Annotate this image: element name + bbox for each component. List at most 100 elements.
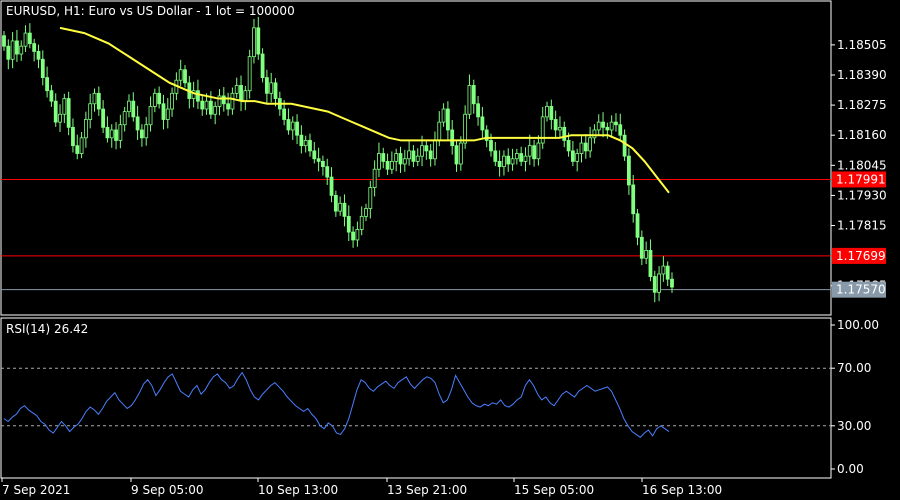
candle-body xyxy=(631,184,636,215)
candle-body xyxy=(549,106,554,120)
rsi-panel-frame xyxy=(0,317,832,479)
y-tick-label: 1.18505 xyxy=(837,38,887,52)
chart-root: 1.185051.183901.182751.181601.180451.179… xyxy=(0,0,887,497)
y-tick-label: 1.17815 xyxy=(837,219,887,233)
y-tick-label: 1.17930 xyxy=(837,188,887,202)
candle-body xyxy=(316,158,321,162)
candle-body xyxy=(260,53,265,78)
candle-body xyxy=(502,155,506,168)
candle-body xyxy=(570,150,575,162)
candle-body xyxy=(558,126,562,131)
candle-body xyxy=(622,134,627,157)
candle-body xyxy=(170,92,174,110)
candle-body xyxy=(596,121,601,131)
candle-body xyxy=(411,150,416,162)
candle-body xyxy=(269,82,274,94)
candle-body xyxy=(299,134,304,147)
candle-body xyxy=(445,108,450,131)
candle-body xyxy=(665,265,670,280)
candle-body xyxy=(346,215,351,233)
candle-body xyxy=(489,140,493,152)
candle-body xyxy=(627,155,631,186)
candle-body xyxy=(135,116,140,131)
candle-body xyxy=(144,124,149,139)
price-level-badge-label: 1.17699 xyxy=(836,249,886,263)
candle-body xyxy=(101,108,106,128)
candle-body xyxy=(441,108,446,123)
candle-body xyxy=(161,103,166,120)
candle-body xyxy=(10,40,15,60)
candle-body xyxy=(114,129,118,141)
candle-body xyxy=(471,85,476,105)
candle-body xyxy=(566,140,571,152)
candle-body xyxy=(670,278,674,288)
candle-body xyxy=(635,213,640,238)
candle-body xyxy=(217,95,222,107)
candle-body xyxy=(588,137,593,152)
candle-body xyxy=(264,77,269,94)
candle-body xyxy=(364,208,368,217)
candle-body xyxy=(2,35,6,47)
y-tick-label: 1.18160 xyxy=(837,128,887,142)
candle-body xyxy=(273,82,278,99)
candle-body xyxy=(45,77,49,92)
candle-body xyxy=(83,119,88,139)
rsi-tick-label: 30.00 xyxy=(837,419,871,433)
candle-body xyxy=(618,124,623,136)
candle-body xyxy=(105,126,110,139)
candle-body xyxy=(321,160,325,168)
candle-body xyxy=(196,90,200,102)
candle-body xyxy=(88,103,93,120)
rsi-line xyxy=(3,371,670,438)
y-tick-label: 1.18275 xyxy=(837,98,887,112)
candle-body xyxy=(372,168,377,188)
candle-body xyxy=(325,166,330,178)
candle-body xyxy=(243,90,248,102)
candle-body xyxy=(308,140,312,152)
candle-body xyxy=(329,176,334,196)
candle-body xyxy=(221,95,226,105)
candle-body xyxy=(127,100,131,113)
candle-body xyxy=(303,140,308,147)
rsi-y-axis: 100.00 70.00 30.00 0.00 xyxy=(831,318,879,476)
candle-body xyxy=(420,145,424,157)
candle-body xyxy=(342,202,347,217)
y-tick-label: 1.18045 xyxy=(837,158,887,172)
candle-body xyxy=(450,129,455,147)
candle-body xyxy=(152,92,157,107)
rsi-tick-label: 0.00 xyxy=(837,462,864,476)
candle-body xyxy=(389,160,394,170)
candle-body xyxy=(157,92,162,105)
candle-body xyxy=(58,113,62,123)
candle-body xyxy=(609,121,614,131)
candle-body xyxy=(204,100,209,110)
candle-body xyxy=(605,126,610,131)
candlestick-series xyxy=(2,16,674,303)
candle-body xyxy=(53,100,58,123)
candle-body xyxy=(644,249,649,259)
candle-body xyxy=(657,273,661,293)
candle-body xyxy=(540,116,545,144)
candle-body xyxy=(23,32,28,47)
candle-body xyxy=(532,145,536,160)
rsi-tick-label: 100.00 xyxy=(837,318,879,332)
candle-body xyxy=(148,106,153,126)
candle-body xyxy=(239,85,243,102)
candle-body xyxy=(290,121,295,131)
candle-body xyxy=(71,126,75,147)
candle-body xyxy=(27,32,32,44)
candle-body xyxy=(122,111,127,126)
candle-body xyxy=(256,27,261,55)
candle-body xyxy=(79,137,84,154)
candle-body xyxy=(208,100,213,115)
candle-body xyxy=(359,215,364,230)
candle-body xyxy=(234,85,239,94)
candle-body xyxy=(295,121,299,136)
candle-body xyxy=(458,142,463,165)
candle-body xyxy=(592,129,597,139)
candle-body xyxy=(200,100,205,110)
candle-body xyxy=(523,155,528,162)
candle-body xyxy=(385,160,390,170)
candle-body xyxy=(562,126,567,141)
candle-body xyxy=(398,153,403,165)
